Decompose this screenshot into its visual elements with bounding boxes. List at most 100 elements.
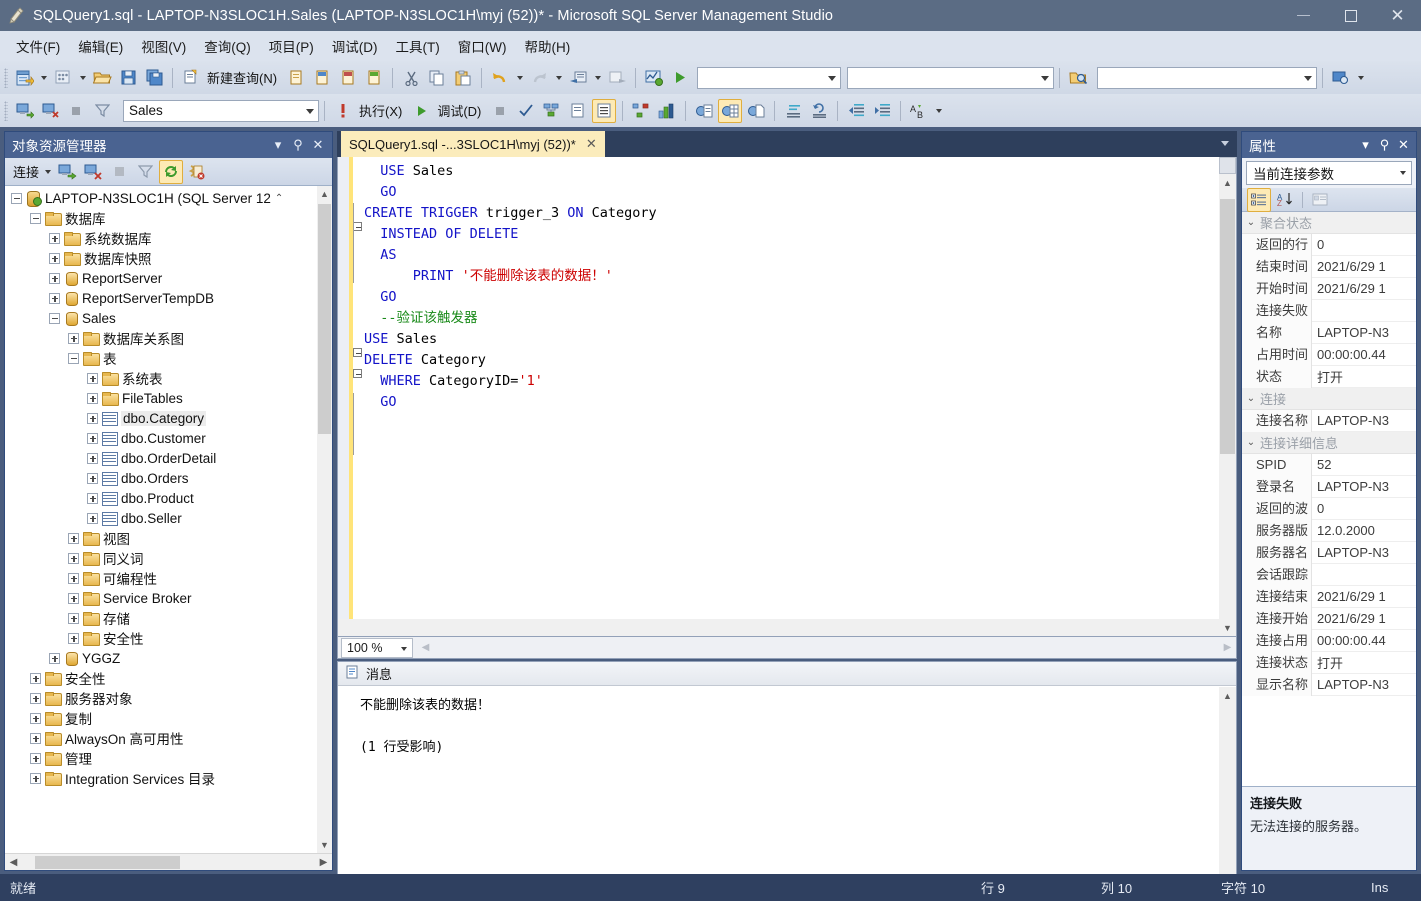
properties-row-value[interactable]: 2021/6/29 1 bbox=[1312, 589, 1416, 604]
menu-item-tools[interactable]: 工具(T) bbox=[387, 33, 449, 59]
menu-item-query[interactable]: 查询(Q) bbox=[195, 33, 260, 59]
close-icon[interactable]: ✕ bbox=[1394, 137, 1413, 153]
tab-list-dropdown-icon[interactable] bbox=[1221, 141, 1229, 146]
chevron-down-icon[interactable]: ⌄ bbox=[1242, 217, 1260, 228]
property-pages-icon[interactable] bbox=[1308, 188, 1332, 212]
menu-item-help[interactable]: 帮助(H) bbox=[515, 33, 579, 59]
expand-icon[interactable] bbox=[68, 593, 79, 604]
properties-row-value[interactable]: 打开 bbox=[1312, 653, 1416, 672]
scroll-down-icon[interactable]: ▼ bbox=[317, 837, 332, 853]
decrease-indent-icon[interactable] bbox=[844, 99, 868, 123]
toolbar-grip[interactable] bbox=[4, 101, 8, 121]
open-file-icon[interactable] bbox=[90, 66, 114, 90]
editor-zoom-selector[interactable]: 100 % bbox=[341, 638, 413, 658]
new-query-icon[interactable] bbox=[179, 66, 203, 90]
expand-icon[interactable] bbox=[87, 373, 98, 384]
collapse-icon[interactable] bbox=[11, 193, 22, 204]
navigate-backward-icon[interactable] bbox=[566, 66, 590, 90]
tree-node[interactable]: 表 bbox=[5, 348, 332, 368]
spell-check-icon[interactable]: A B bbox=[907, 99, 931, 123]
messages-tab[interactable]: 消息 bbox=[338, 662, 1236, 686]
chevron-down-icon[interactable]: ▾ bbox=[268, 137, 288, 153]
properties-category[interactable]: ⌄连接 bbox=[1242, 388, 1416, 410]
code-line[interactable]: GO bbox=[353, 392, 1218, 413]
close-icon[interactable]: ✕ bbox=[308, 137, 328, 153]
properties-row[interactable]: 结束时间2021/6/29 1 bbox=[1242, 256, 1416, 278]
activity-monitor-icon[interactable] bbox=[642, 66, 666, 90]
properties-row[interactable]: 显示名称LAPTOP-N3 bbox=[1242, 674, 1416, 696]
object-search-icon[interactable] bbox=[1329, 66, 1353, 90]
properties-row-value[interactable]: LAPTOP-N3 bbox=[1312, 325, 1416, 340]
disconnect-object-icon[interactable] bbox=[81, 160, 105, 184]
expand-icon[interactable] bbox=[49, 233, 60, 244]
new-query-label[interactable]: 新建查询(N) bbox=[204, 68, 283, 87]
properties-row[interactable]: 登录名LAPTOP-N3 bbox=[1242, 476, 1416, 498]
properties-row-value[interactable]: 2021/6/29 1 bbox=[1312, 281, 1416, 296]
sql-code-text[interactable]: USE Sales GOCREATE TRIGGER trigger_3 ON … bbox=[353, 161, 1218, 618]
code-line[interactable]: WHERE CategoryID='1' bbox=[353, 371, 1218, 392]
properties-row[interactable]: 连接名称LAPTOP-N3 bbox=[1242, 410, 1416, 432]
expand-icon[interactable] bbox=[68, 633, 79, 644]
editor-hscroll-strip[interactable]: ◀ ▶ bbox=[417, 639, 1236, 656]
properties-row-value[interactable]: 2021/6/29 1 bbox=[1312, 611, 1416, 626]
tree-node[interactable]: dbo.Customer bbox=[5, 428, 332, 448]
tree-node[interactable]: 系统表 bbox=[5, 368, 332, 388]
redo-icon[interactable] bbox=[527, 66, 551, 90]
tree-node[interactable]: dbo.Seller bbox=[5, 508, 332, 528]
connect-menu-dropdown-icon[interactable] bbox=[41, 160, 54, 184]
properties-row[interactable]: 占用时间00:00:00.44 bbox=[1242, 344, 1416, 366]
include-client-stats-icon[interactable] bbox=[655, 99, 679, 123]
properties-row-value[interactable]: 00:00:00.44 bbox=[1312, 347, 1416, 362]
properties-grid[interactable]: ⌄聚合状态返回的行0结束时间2021/6/29 1开始时间2021/6/29 1… bbox=[1242, 212, 1416, 786]
comment-icon[interactable] bbox=[781, 99, 805, 123]
code-line[interactable]: GO bbox=[353, 182, 1218, 203]
new-xmla-query-icon[interactable] bbox=[362, 66, 386, 90]
close-icon[interactable]: ✕ bbox=[586, 136, 597, 152]
menu-item-view[interactable]: 视图(V) bbox=[132, 33, 195, 59]
expand-icon[interactable] bbox=[87, 413, 98, 424]
undo-icon[interactable] bbox=[488, 66, 512, 90]
toolbar-overflow-icon[interactable] bbox=[932, 99, 945, 123]
menu-item-edit[interactable]: 编辑(E) bbox=[69, 33, 132, 59]
tree-node[interactable]: Integration Services 目录 bbox=[5, 768, 332, 788]
navigate-forward-icon[interactable] bbox=[605, 66, 629, 90]
scroll-thumb[interactable] bbox=[318, 204, 331, 434]
tree-node[interactable]: ReportServer bbox=[5, 268, 332, 288]
tree-node[interactable]: dbo.Orders bbox=[5, 468, 332, 488]
stop-icon[interactable] bbox=[107, 160, 131, 184]
properties-row-value[interactable]: 52 bbox=[1312, 457, 1416, 472]
properties-row[interactable]: 服务器名LAPTOP-N3 bbox=[1242, 542, 1416, 564]
tree-node[interactable]: 系统数据库 bbox=[5, 228, 332, 248]
debug-label[interactable]: 调试(D) bbox=[434, 101, 487, 120]
messages-vertical-scrollbar[interactable]: ▲ ▼ bbox=[1219, 687, 1236, 901]
expand-icon[interactable] bbox=[30, 713, 41, 724]
tree-node[interactable]: dbo.OrderDetail bbox=[5, 448, 332, 468]
properties-row-value[interactable]: 0 bbox=[1312, 237, 1416, 252]
tree-node[interactable]: 视图 bbox=[5, 528, 332, 548]
tree-node[interactable]: 安全性 bbox=[5, 668, 332, 688]
expand-icon[interactable] bbox=[87, 513, 98, 524]
properties-row[interactable]: 连接状态打开 bbox=[1242, 652, 1416, 674]
expand-icon[interactable] bbox=[30, 753, 41, 764]
tree-node[interactable]: Sales bbox=[5, 308, 332, 328]
connect-icon[interactable] bbox=[12, 99, 36, 123]
expand-icon[interactable] bbox=[49, 273, 60, 284]
properties-row-value[interactable]: 打开 bbox=[1312, 367, 1416, 386]
collapse-icon[interactable] bbox=[30, 213, 41, 224]
properties-category[interactable]: ⌄连接详细信息 bbox=[1242, 432, 1416, 454]
new-dmx-query-icon[interactable] bbox=[336, 66, 360, 90]
tree-node[interactable]: 管理 bbox=[5, 748, 332, 768]
debug-start-icon[interactable] bbox=[409, 99, 433, 123]
new-query-db-icon[interactable] bbox=[284, 66, 308, 90]
tree-node[interactable]: 安全性 bbox=[5, 628, 332, 648]
chevron-down-icon[interactable]: ⌄ bbox=[1242, 393, 1260, 404]
script-error-icon[interactable] bbox=[185, 160, 209, 184]
sql-editor[interactable]: USE Sales GOCREATE TRIGGER trigger_3 ON … bbox=[337, 157, 1237, 637]
filter-icon[interactable] bbox=[90, 99, 114, 123]
chevron-down-icon[interactable]: ▾ bbox=[1356, 137, 1375, 153]
query-options-icon[interactable] bbox=[566, 99, 590, 123]
expand-icon[interactable] bbox=[68, 613, 79, 624]
code-line[interactable]: CREATE TRIGGER trigger_3 ON Category bbox=[353, 203, 1218, 224]
menu-item-debug[interactable]: 调试(D) bbox=[323, 33, 387, 59]
properties-row[interactable]: 服务器版12.0.2000 bbox=[1242, 520, 1416, 542]
